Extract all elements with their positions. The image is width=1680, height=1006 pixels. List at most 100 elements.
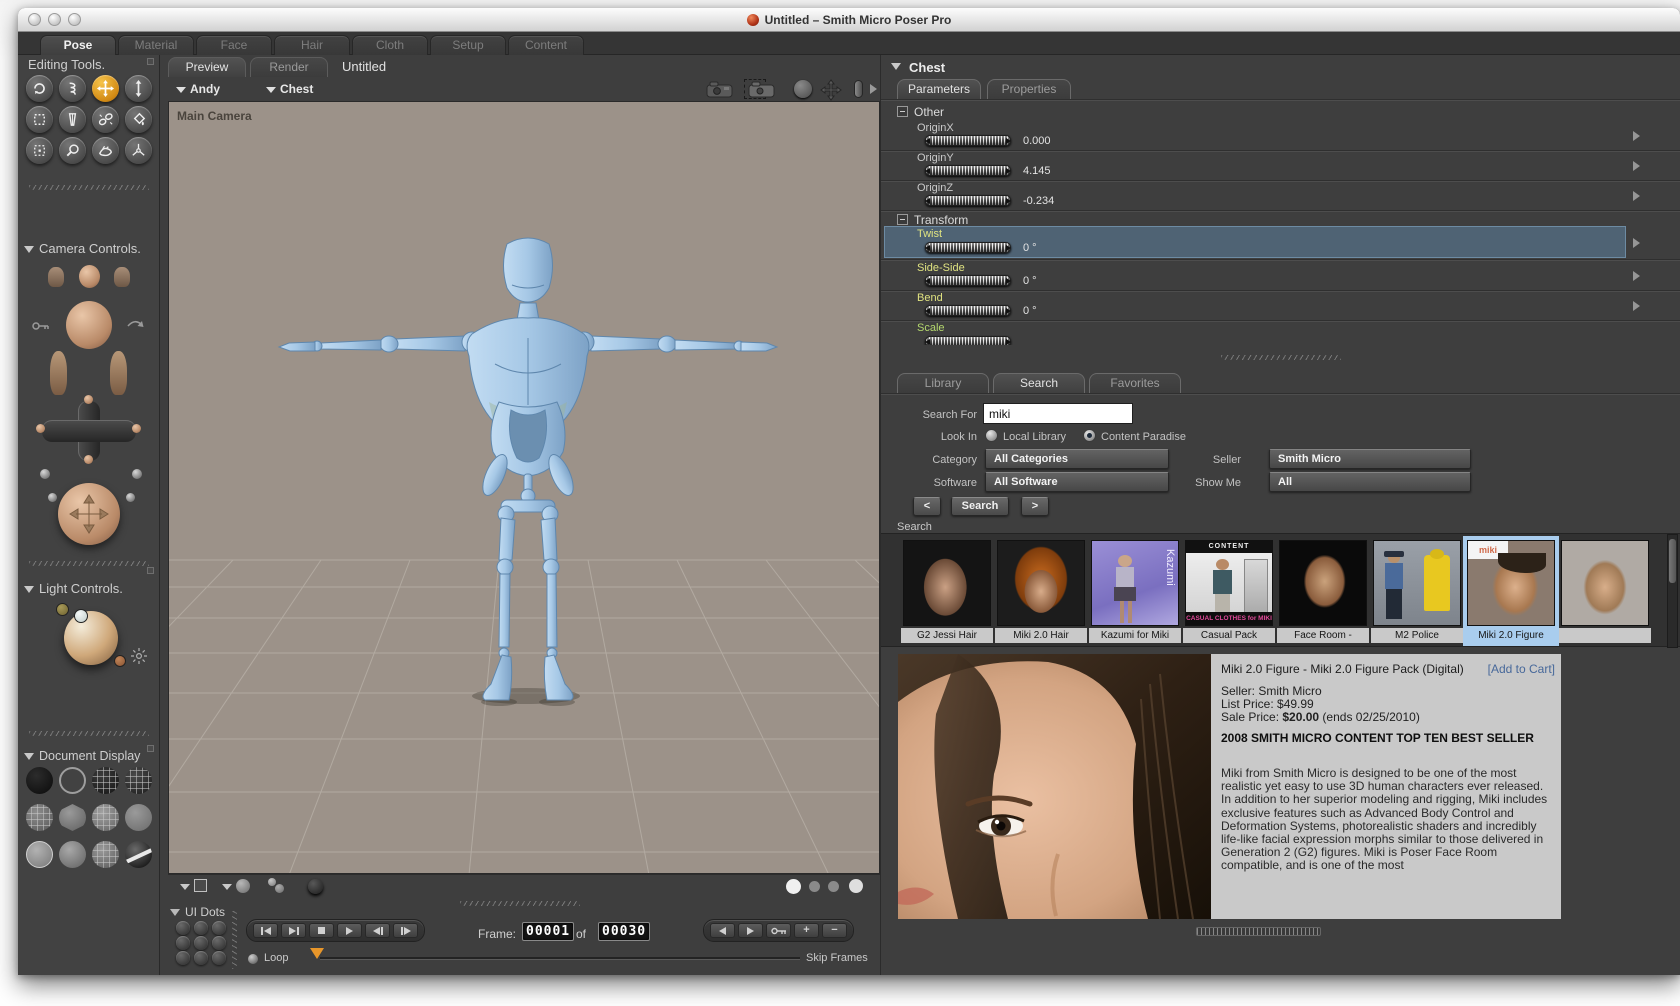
delete-keyframe-button[interactable]: −	[822, 923, 847, 938]
editing-tools-shade-icon[interactable]	[147, 58, 154, 65]
current-frame-field[interactable]: 00001	[522, 922, 575, 941]
param-dial-sideside[interactable]	[925, 275, 1011, 286]
tab-hair[interactable]: Hair	[274, 35, 350, 55]
search-button[interactable]: Search	[951, 497, 1009, 516]
light-brightness-icon[interactable]	[130, 647, 148, 665]
palette-resize-grip-3[interactable]	[29, 731, 149, 736]
display-style-texture-shaded[interactable]	[125, 841, 152, 868]
collapse-triangle-icon[interactable]	[24, 586, 34, 594]
tab-cloth[interactable]: Cloth	[352, 35, 428, 55]
group-collapse-other[interactable]	[897, 106, 908, 117]
param-dial-scale[interactable]	[925, 336, 1011, 345]
light-trackball[interactable]	[64, 611, 118, 665]
tab-search[interactable]: Search	[993, 373, 1085, 393]
results-scrollbar[interactable]	[1667, 534, 1678, 648]
software-dropdown[interactable]: All Software	[985, 472, 1169, 492]
loop-toggle[interactable]	[248, 954, 258, 964]
result-item-partial[interactable]	[1559, 538, 1651, 644]
depth-cue-menu-icon[interactable]	[180, 884, 190, 890]
ui-dot-3[interactable]	[212, 921, 226, 935]
param-value-twist[interactable]: 0 °	[1023, 242, 1037, 254]
palette-resize-grip[interactable]	[29, 185, 149, 190]
transport-grip[interactable]	[232, 911, 237, 969]
camera-select-icon[interactable]	[748, 81, 776, 98]
result-item[interactable]: CONTENT CASUAL CLOTHES for MIKI Casual P…	[1183, 538, 1275, 644]
tab-setup[interactable]: Setup	[430, 35, 506, 55]
display-style-smooth-shaded[interactable]	[59, 841, 86, 868]
show-me-dropdown[interactable]: All	[1269, 472, 1471, 492]
param-dial-twist[interactable]	[925, 242, 1011, 253]
focus-slider-icon[interactable]	[854, 80, 863, 98]
collapse-triangle-icon[interactable]	[24, 753, 34, 761]
display-style-cartoon-lined[interactable]	[26, 841, 53, 868]
stop-button[interactable]	[309, 923, 334, 938]
detail-hscrollbar-thumb[interactable]	[1196, 927, 1321, 936]
panel-resize-grip[interactable]	[1221, 355, 1341, 360]
viewport-trackball-icon[interactable]	[794, 80, 812, 98]
next-page-button[interactable]: >	[1021, 497, 1049, 516]
first-frame-button[interactable]	[253, 923, 278, 938]
result-item[interactable]: Kazumi Kazumi for Miki	[1089, 538, 1181, 644]
result-item-selected[interactable]: miki Miki 2.0 Figure	[1465, 538, 1557, 644]
taper-tool[interactable]	[59, 106, 86, 133]
ui-dot-9[interactable]	[212, 951, 226, 965]
translate-pull-tool[interactable]	[92, 75, 119, 102]
param-menu-arrow-icon[interactable]	[1633, 161, 1645, 171]
tab-preview[interactable]: Preview	[168, 57, 246, 77]
seller-dropdown[interactable]: Smith Micro	[1269, 449, 1471, 469]
param-value-originy[interactable]: 4.145	[1023, 165, 1051, 177]
figure-menu[interactable]: Andy	[176, 82, 220, 96]
previous-page-button[interactable]: <	[913, 497, 941, 516]
add-keyframe-button[interactable]: +	[794, 923, 819, 938]
param-value-sideside[interactable]: 0 °	[1023, 275, 1037, 287]
display-style-lit-wireframe[interactable]	[26, 804, 53, 831]
tab-library[interactable]: Library	[897, 373, 989, 393]
display-style-wireframe[interactable]	[92, 767, 119, 794]
ui-dot-7[interactable]	[176, 951, 190, 965]
add-to-cart-link[interactable]: [Add to Cart]	[1488, 662, 1555, 676]
collapse-triangle-icon[interactable]	[891, 63, 901, 70]
righthand-camera-icon[interactable]	[110, 351, 127, 395]
search-input[interactable]	[983, 403, 1133, 424]
collapse-triangle-icon[interactable]	[24, 246, 34, 254]
tab-properties[interactable]: Properties	[987, 79, 1071, 99]
param-menu-arrow-icon[interactable]	[1633, 271, 1645, 281]
palette-resize-grip-2[interactable]	[29, 561, 149, 566]
display-style-outline[interactable]	[59, 767, 86, 794]
result-item[interactable]: Miki 2.0 Hair	[995, 538, 1087, 644]
light-indicator-2[interactable]	[74, 609, 88, 623]
param-dial-bend[interactable]	[925, 305, 1011, 316]
edit-keyframes-button[interactable]	[766, 923, 791, 938]
param-menu-arrow-icon[interactable]	[1633, 301, 1645, 311]
direct-manipulation-tool[interactable]	[125, 137, 152, 164]
camera-dolly-horizontal-control[interactable]	[42, 420, 136, 442]
tab-face[interactable]: Face	[196, 35, 272, 55]
light-controls-shade-icon[interactable]	[147, 567, 154, 574]
page-dot-1[interactable]	[786, 879, 801, 894]
tab-render[interactable]: Render	[250, 57, 328, 77]
tracking-ball-icon[interactable]	[236, 879, 250, 893]
tab-favorites[interactable]: Favorites	[1089, 373, 1181, 393]
camera-rotate-icon[interactable]	[126, 317, 146, 331]
chain-break-tool[interactable]	[92, 106, 119, 133]
view-magnifier-tool[interactable]	[59, 137, 86, 164]
translate-inout-tool[interactable]	[125, 75, 152, 102]
panel-expand-arrow-icon[interactable]	[870, 84, 877, 94]
local-library-label[interactable]: Local Library	[1003, 431, 1066, 443]
category-dropdown[interactable]: All Categories	[985, 449, 1169, 469]
content-paradise-label[interactable]: Content Paradise	[1101, 431, 1186, 443]
rotate-tool[interactable]	[26, 75, 53, 102]
page-dot-4[interactable]	[849, 879, 863, 893]
result-item[interactable]: Face Room -	[1277, 538, 1369, 644]
camera-select-dot-2[interactable]	[132, 469, 142, 479]
camera-key-icon[interactable]	[32, 319, 50, 333]
ui-dot-6[interactable]	[212, 936, 226, 950]
tracking-menu-icon[interactable]	[222, 884, 232, 890]
ui-dot-8[interactable]	[194, 951, 208, 965]
previous-keyframe-button[interactable]	[710, 923, 735, 938]
tab-parameters[interactable]: Parameters	[897, 79, 981, 99]
depth-cue-swatch-icon[interactable]	[194, 879, 207, 892]
param-menu-arrow-icon[interactable]	[1633, 131, 1645, 141]
tab-pose[interactable]: Pose	[40, 35, 116, 55]
result-item[interactable]: G2 Jessi Hair	[901, 538, 993, 644]
